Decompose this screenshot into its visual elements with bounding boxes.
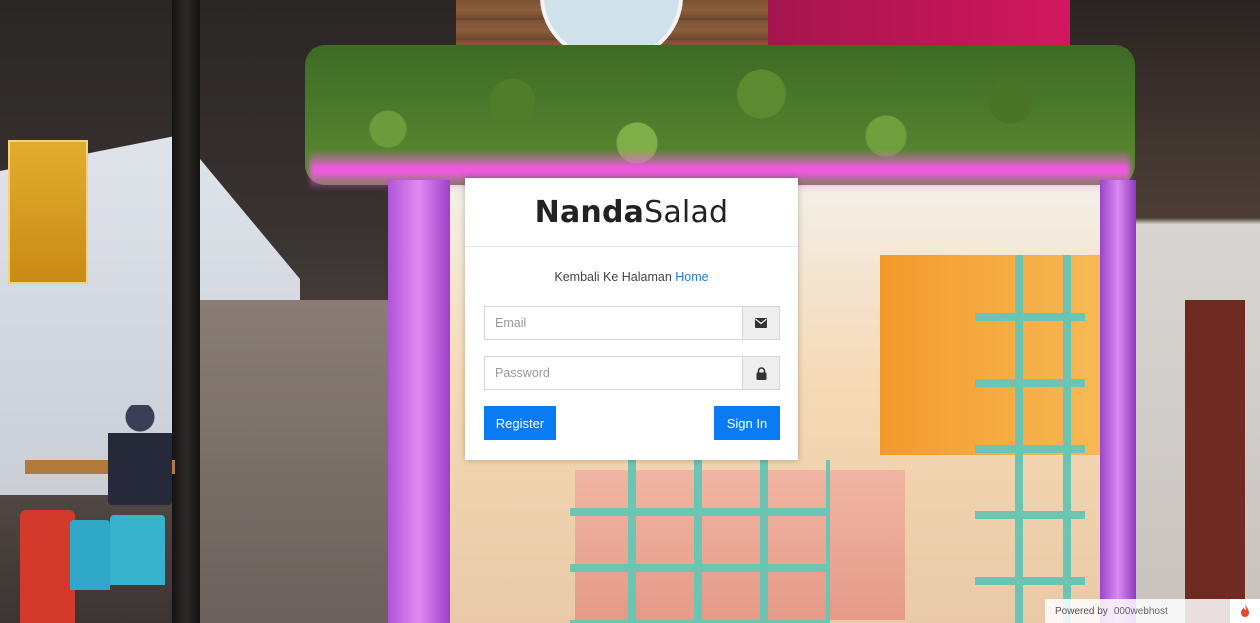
password-addon bbox=[742, 356, 780, 390]
email-input-group bbox=[484, 306, 780, 340]
bg-pillar-right bbox=[1100, 180, 1136, 623]
host-name: 000webhost bbox=[1113, 605, 1168, 617]
brand-logo-bold: Nanda bbox=[534, 194, 645, 230]
brand-logo-regular: Salad bbox=[644, 194, 729, 230]
bg-person bbox=[108, 405, 172, 505]
register-button[interactable]: Register bbox=[484, 406, 556, 440]
email-addon bbox=[742, 306, 780, 340]
powered-by-badge[interactable]: Powered by 000webhost bbox=[1045, 599, 1260, 623]
envelope-icon bbox=[755, 318, 767, 328]
brand-logo: NandaSalad bbox=[535, 195, 729, 230]
sign-in-button[interactable]: Sign In bbox=[714, 406, 780, 440]
home-link[interactable]: Home bbox=[675, 270, 708, 284]
back-to-home-line: Kembali Ke Halaman Home bbox=[465, 270, 798, 284]
bg-stool-blue bbox=[70, 520, 110, 590]
login-card: NandaSalad Kembali Ke Halaman Home Email… bbox=[465, 178, 798, 460]
bg-stool-red bbox=[20, 510, 75, 623]
lock-icon bbox=[756, 366, 766, 380]
page: NandaSalad Kembali Ke Halaman Home Email… bbox=[0, 0, 1260, 623]
login-header: NandaSalad bbox=[465, 178, 798, 247]
flame-icon bbox=[1229, 599, 1260, 623]
password-input-group bbox=[484, 356, 780, 390]
bg-stool-blue-2 bbox=[110, 515, 165, 585]
bg-banner bbox=[8, 140, 88, 284]
powered-by-text: Powered by bbox=[1055, 605, 1108, 617]
email-input[interactable] bbox=[484, 306, 742, 340]
bg-pillar-left bbox=[388, 180, 450, 623]
bg-teal-door bbox=[975, 255, 1085, 623]
password-input[interactable] bbox=[484, 356, 742, 390]
bg-door-frame bbox=[1185, 300, 1245, 623]
bg-mid-wall bbox=[200, 300, 390, 623]
bg-teal-frame bbox=[570, 460, 830, 623]
bg-pole bbox=[172, 0, 200, 623]
back-to-home-text: Kembali Ke Halaman bbox=[554, 270, 672, 284]
